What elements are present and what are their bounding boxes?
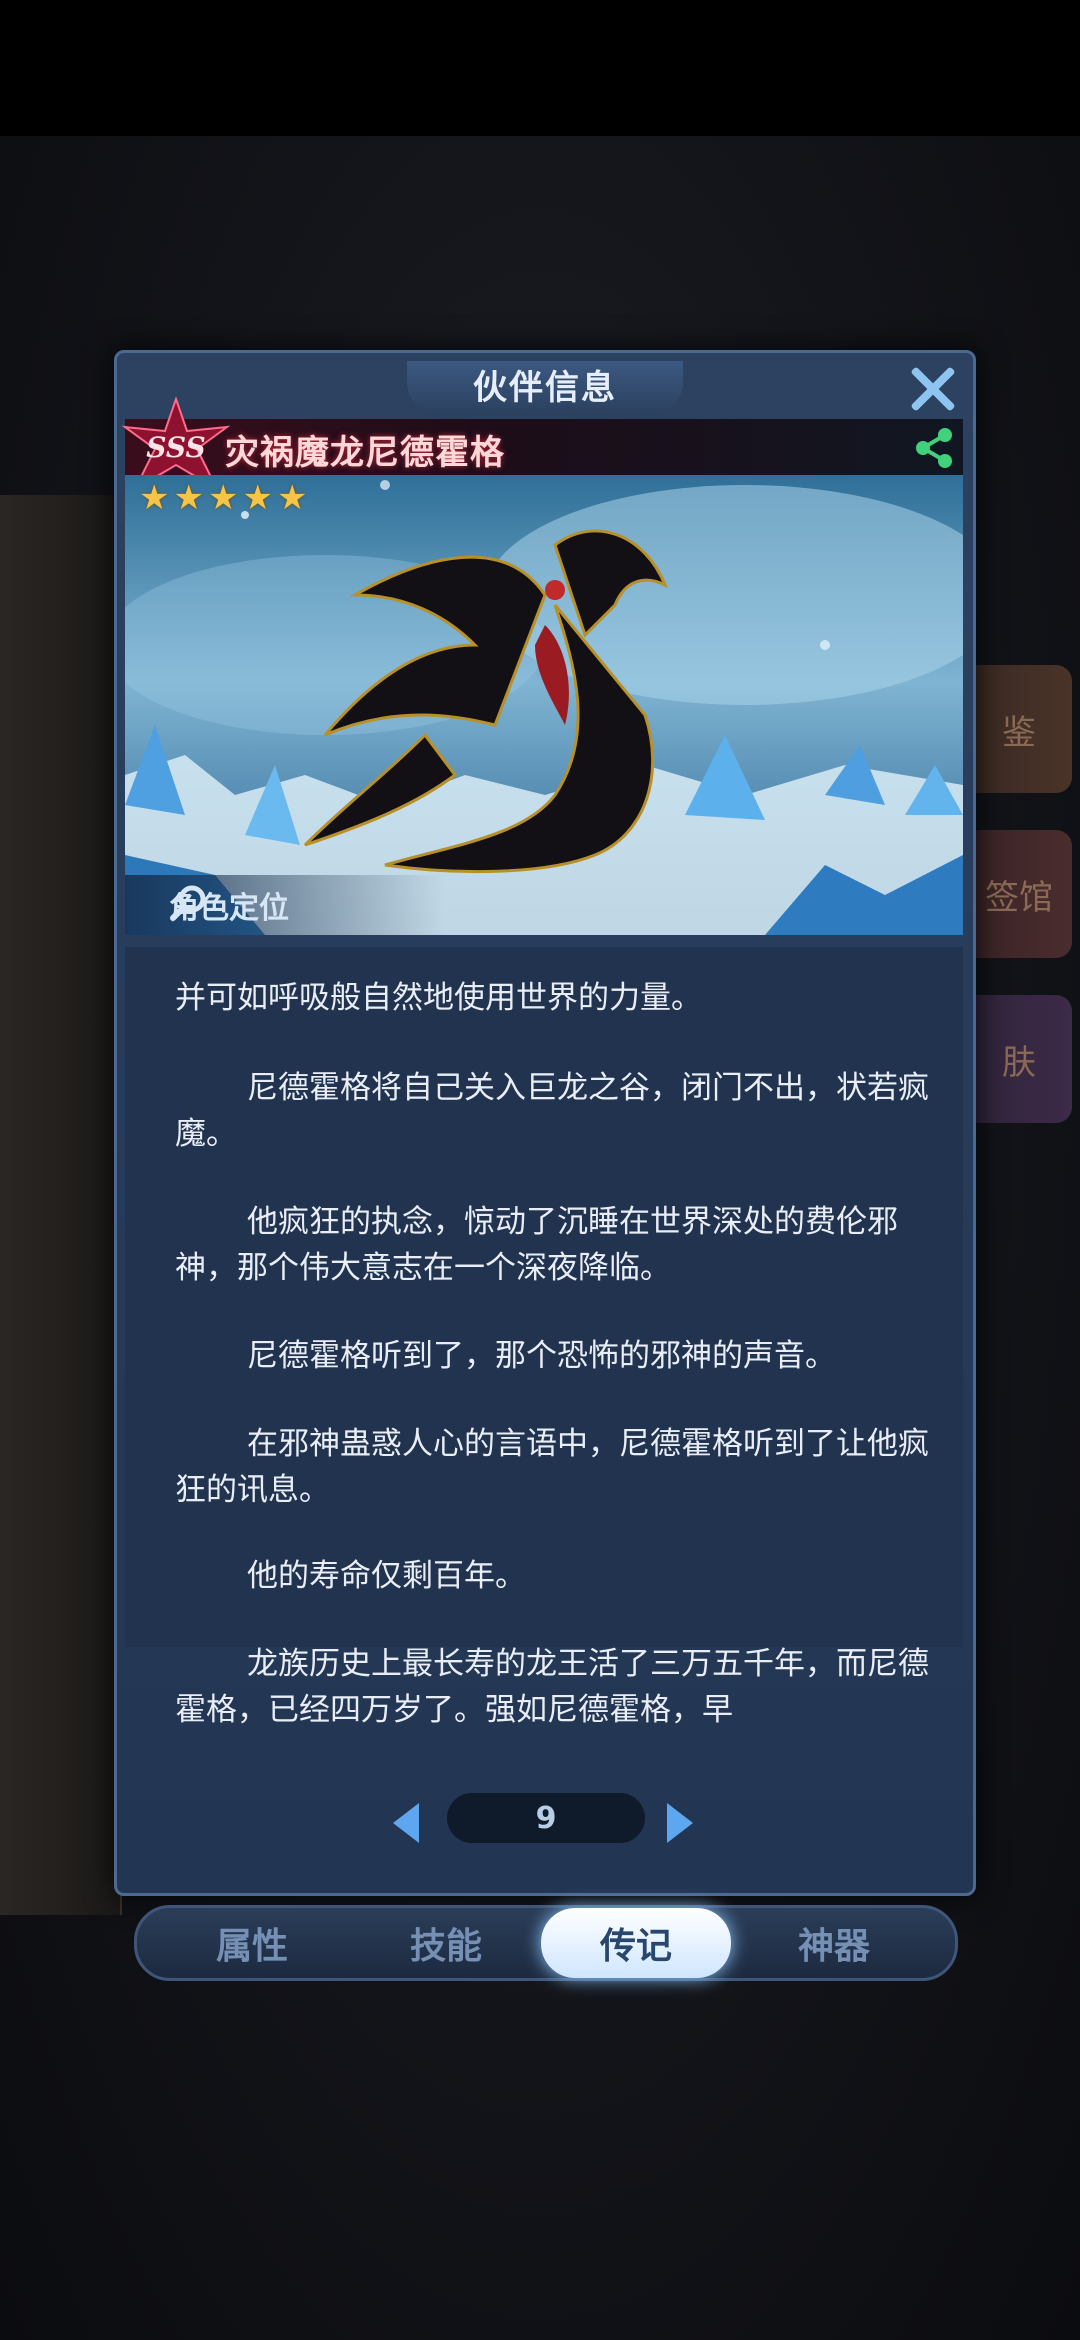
panel-title: 伙伴信息 xyxy=(473,367,617,408)
page-navigator: 9 xyxy=(117,1793,973,1853)
star-icon: ★ xyxy=(276,478,308,518)
side-tab-3: 肤 xyxy=(966,995,1072,1123)
side-tab-2: 签馆 xyxy=(966,830,1072,958)
role-locate-button[interactable]: 角色定位 xyxy=(169,883,289,927)
magnifier-icon xyxy=(170,885,206,921)
share-icon[interactable] xyxy=(911,425,957,471)
star-icon: ★ xyxy=(173,478,204,518)
page-number: 9 xyxy=(447,1793,645,1843)
hero-illustration xyxy=(125,480,963,935)
partner-info-panel: 伙伴信息 SSS 灾祸魔龙尼德霍格 ★ ★ ★ ★ ★ 角色定位 并可如呼吸般自… xyxy=(114,350,976,1896)
tab-skills[interactable]: 技能 xyxy=(351,1908,541,1978)
svg-text:SSS: SSS xyxy=(146,431,205,464)
star-icon: ★ xyxy=(242,478,273,518)
biography-text[interactable]: 并可如呼吸般自然地使用世界的力量。 尼德霍格将自己关入巨龙之谷，闭门不出，状若疯… xyxy=(125,947,963,1728)
bio-paragraph-7: 龙族历史上最长寿的龙王活了三万五千年，而尼德霍格，已经四万岁了。强如尼德霍格，早 xyxy=(175,1646,929,1728)
prev-page-arrow-icon[interactable] xyxy=(393,1803,419,1843)
next-page-arrow-icon[interactable] xyxy=(667,1803,693,1843)
hero-name-bar: SSS 灾祸魔龙尼德霍格 xyxy=(121,397,963,492)
close-icon[interactable] xyxy=(905,361,961,417)
bottom-tab-bar: 属性 技能 传记 神器 xyxy=(134,1905,958,1981)
bio-paragraph-6: 他的寿命仅剩百年。 xyxy=(247,1558,526,1594)
hero-name: 灾祸魔龙尼德霍格 xyxy=(225,433,505,473)
tab-attributes[interactable]: 属性 xyxy=(157,1908,347,1978)
side-tab-1: 鉴 xyxy=(966,665,1072,793)
bio-paragraph-2: 尼德霍格将自己关入巨龙之谷，闭门不出，状若疯魔。 xyxy=(175,1070,929,1152)
tab-biography[interactable]: 传记 xyxy=(541,1908,731,1978)
star-icon: ★ xyxy=(139,478,170,518)
bio-paragraph-1: 并可如呼吸般自然地使用世界的力量。 xyxy=(175,980,702,1016)
background-book xyxy=(0,495,122,1915)
star-icon: ★ xyxy=(207,478,239,518)
bio-paragraph-5: 在邪神蛊惑人心的言语中，尼德霍格听到了让他疯狂的讯息。 xyxy=(175,1426,929,1508)
hero-artwork: ★ ★ ★ ★ ★ 角色定位 xyxy=(125,475,963,935)
tab-artifact[interactable]: 神器 xyxy=(739,1908,929,1978)
star-rating: ★ ★ ★ ★ ★ xyxy=(139,479,307,517)
bio-paragraph-3: 他疯狂的执念，惊动了沉睡在世界深处的费伦邪神，那个伟大意志在一个深夜降临。 xyxy=(175,1204,898,1286)
bio-paragraph-4: 尼德霍格听到了，那个恐怖的邪神的声音。 xyxy=(247,1338,836,1374)
status-bar-area xyxy=(0,0,1080,136)
